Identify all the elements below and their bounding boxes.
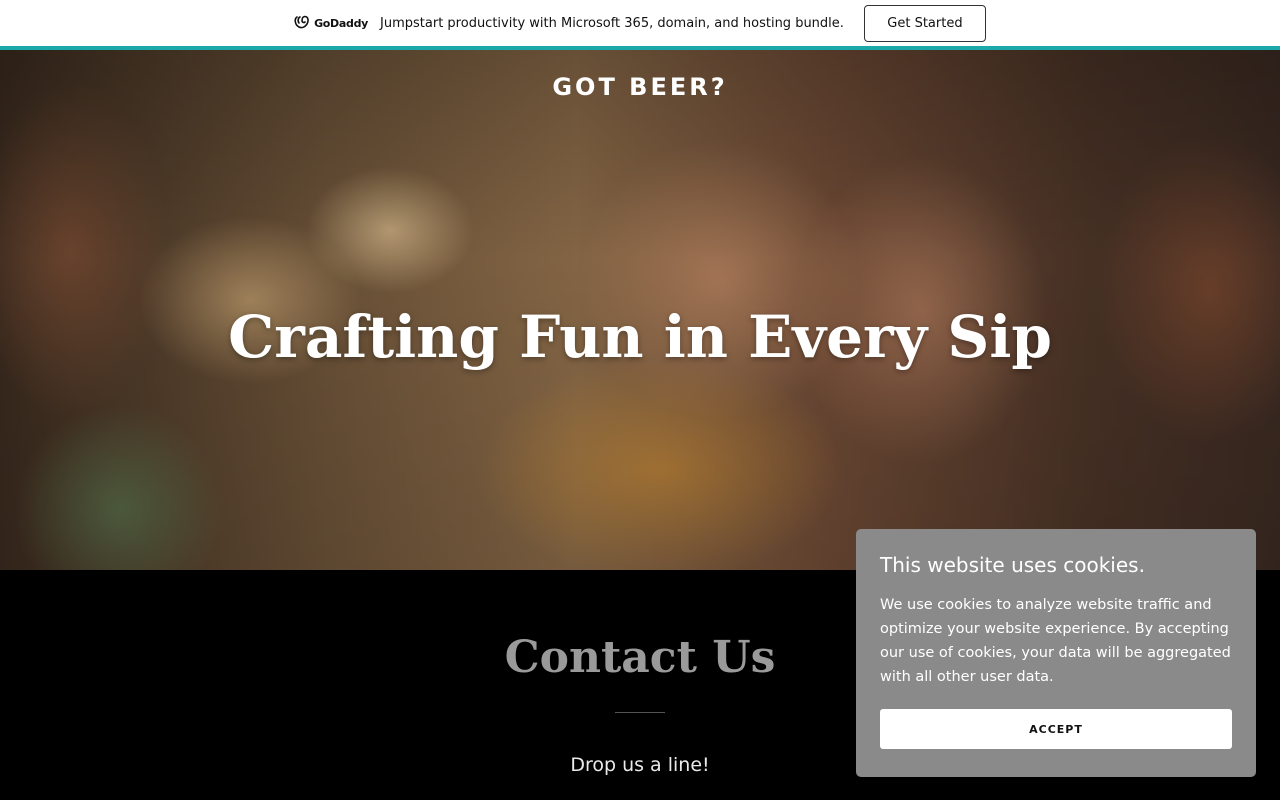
godaddy-logo-icon	[294, 15, 310, 32]
cookie-banner: This website uses cookies. We use cookie…	[856, 529, 1256, 777]
site-title[interactable]: GOT BEER?	[0, 73, 1280, 101]
accept-cookies-button[interactable]: ACCEPT	[880, 709, 1232, 749]
hero-section: GOT BEER? Crafting Fun in Every Sip	[0, 50, 1280, 570]
get-started-button[interactable]: Get Started	[863, 4, 986, 42]
section-divider	[615, 712, 665, 713]
promo-message: Jumpstart productivity with Microsoft 36…	[380, 15, 844, 31]
promo-bar: GoDaddy Jumpstart productivity with Micr…	[0, 0, 1280, 46]
godaddy-logo-text: GoDaddy	[314, 16, 369, 30]
godaddy-logo[interactable]: GoDaddy	[294, 15, 368, 32]
cookie-body: We use cookies to analyze website traffi…	[880, 597, 1231, 685]
hero-title: Crafting Fun in Every Sip	[228, 303, 1052, 371]
cookie-title: This website uses cookies.	[880, 553, 1145, 577]
